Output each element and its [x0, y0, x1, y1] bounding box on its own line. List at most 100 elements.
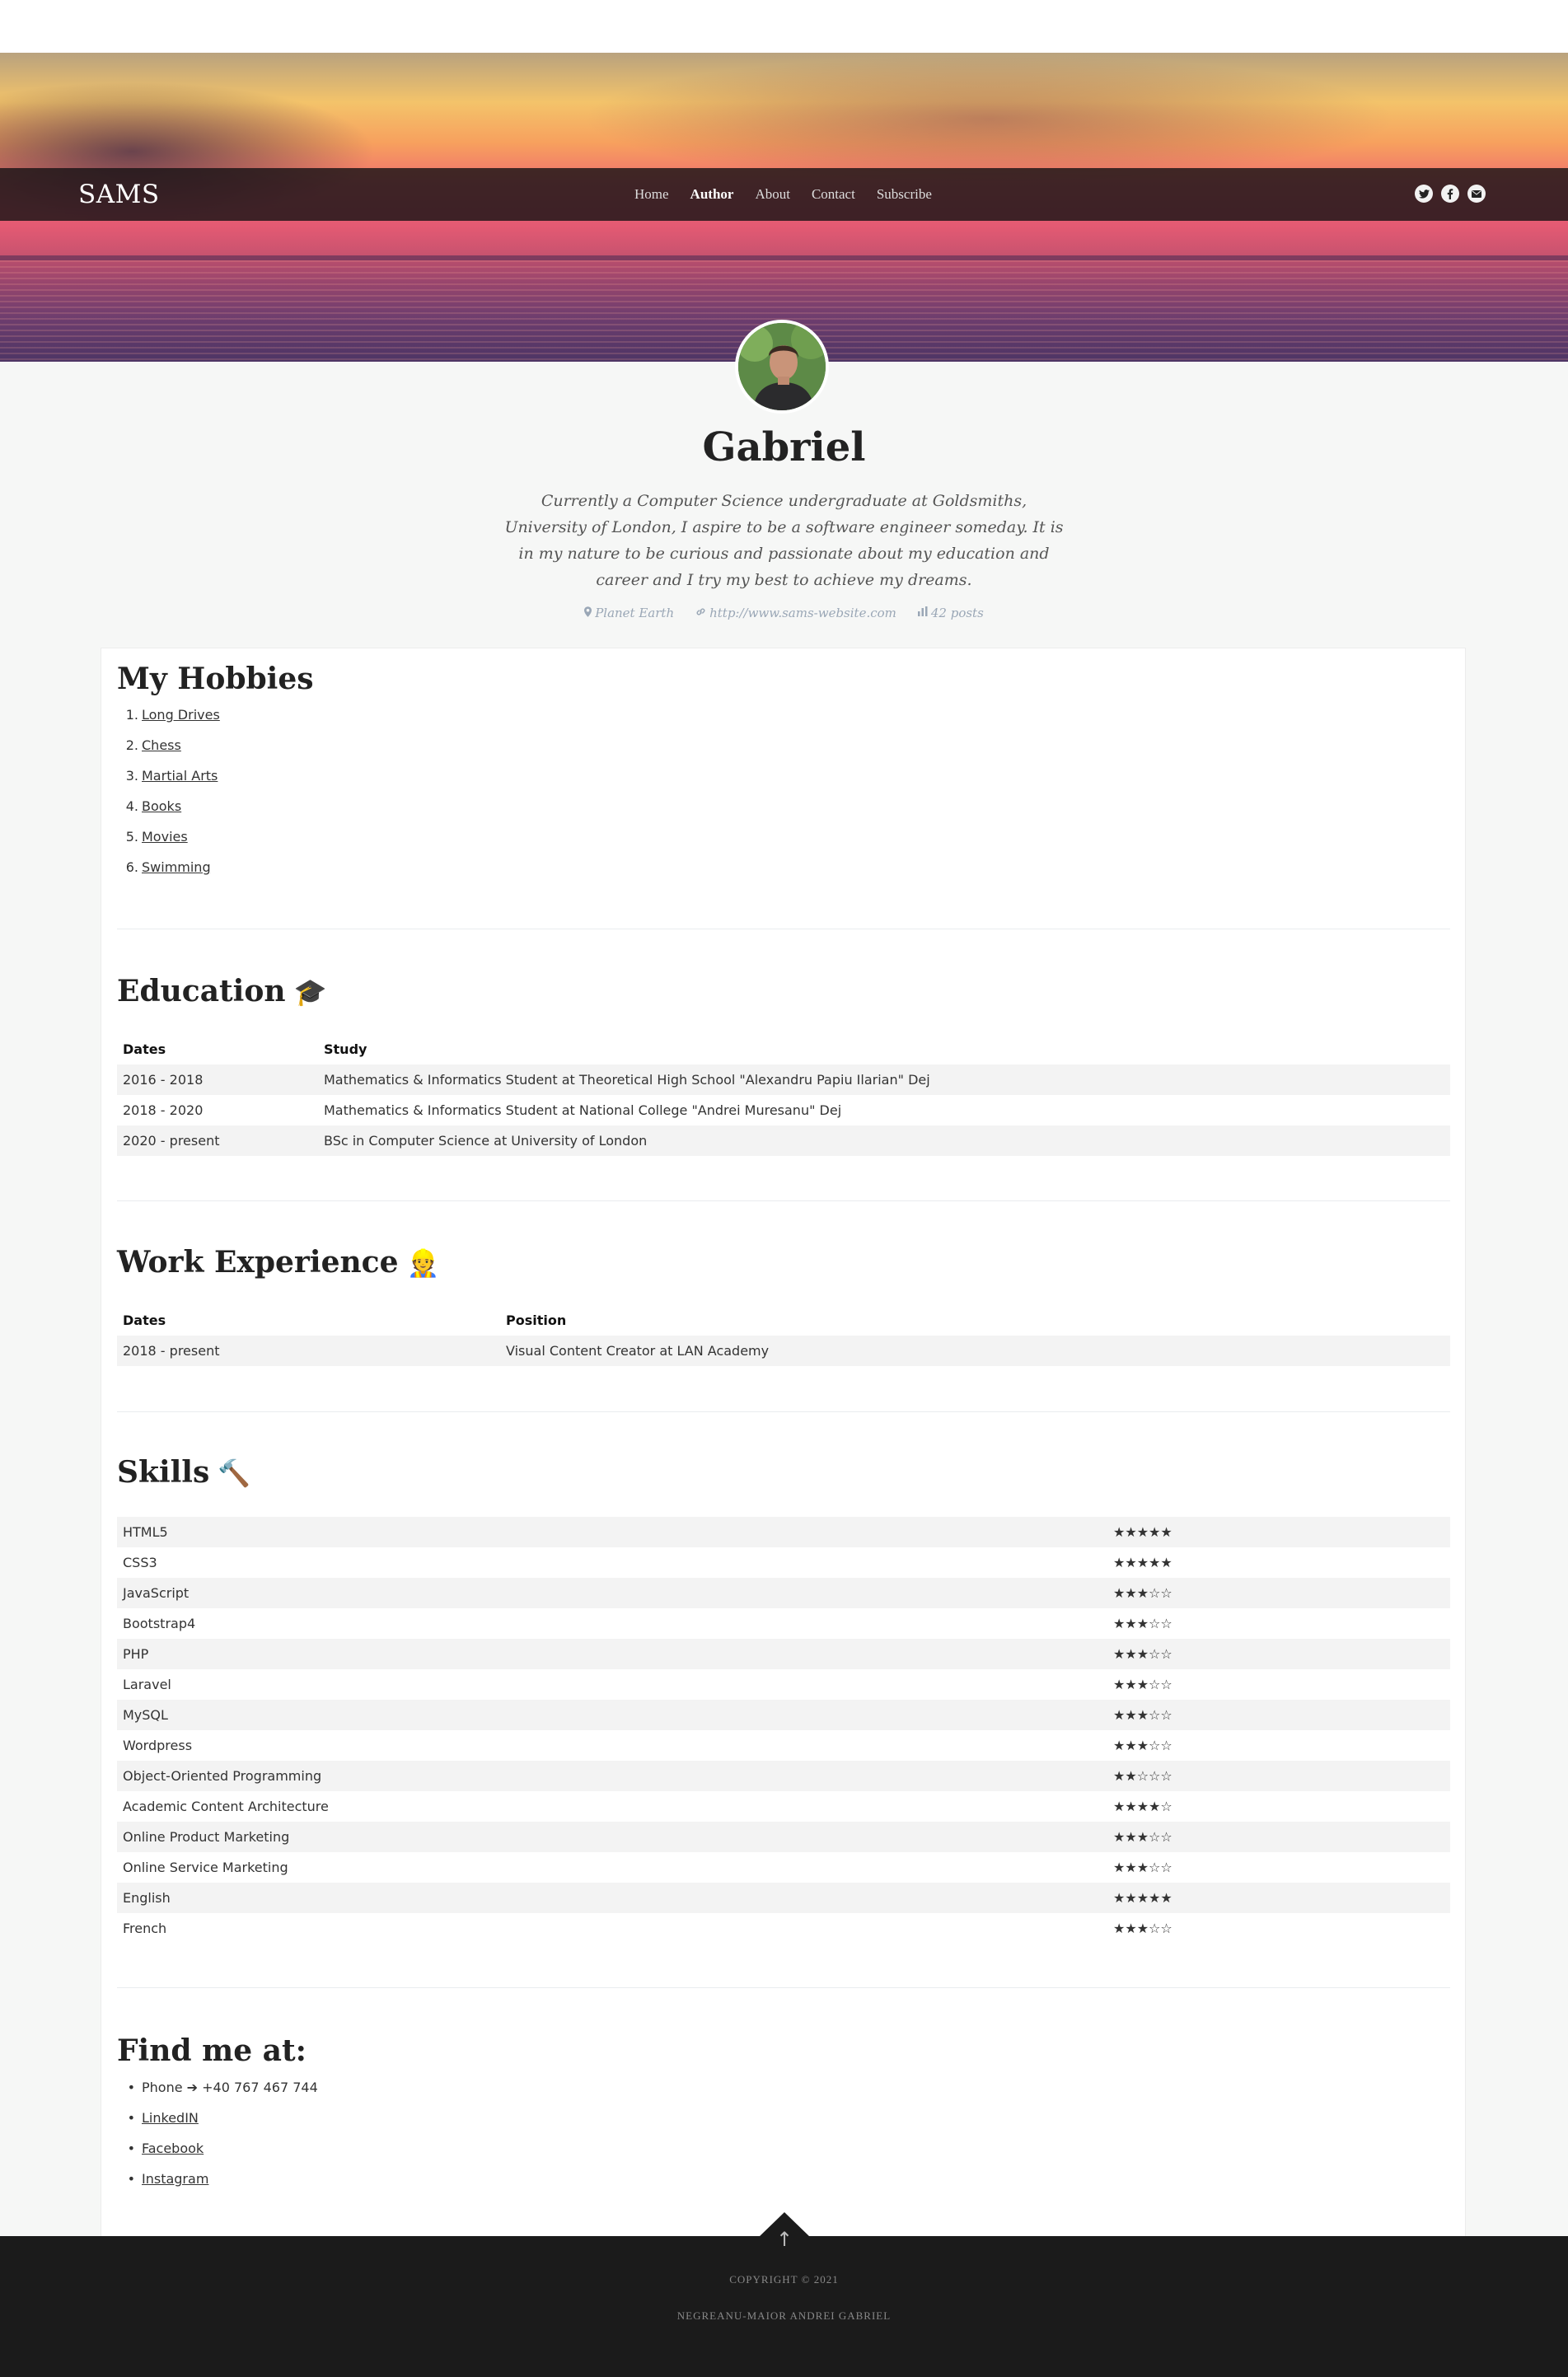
hobby-link[interactable]: Long Drives — [142, 707, 220, 737]
website-link[interactable]: http://www.sams-website.com — [709, 606, 896, 620]
contact-list: • Phone ➔ +40 767 467 744 • LinkedIN • Face… — [117, 2080, 318, 2202]
nav-about[interactable]: About — [755, 186, 790, 203]
table-row: PHP ★★★☆☆ — [117, 1639, 1450, 1669]
arrow-up-icon[interactable]: ↑ — [773, 2230, 796, 2249]
hobbies-list: 1. Long Drives 2. Chess 3. Martial Arts 4. B… — [117, 707, 220, 890]
skill-name: Academic Content Architecture — [123, 1799, 329, 1814]
table-row: Online Product Marketing ★★★☆☆ — [117, 1822, 1450, 1852]
footer — [0, 2236, 1568, 2377]
content-card — [101, 648, 1466, 2238]
table-header: Position — [506, 1312, 567, 1328]
email-icon[interactable] — [1467, 185, 1486, 203]
table-row: JavaScript ★★★☆☆ — [117, 1578, 1450, 1608]
skill-rating: ★★★★☆ — [1113, 1799, 1172, 1814]
nav-links: Home Author About Contact Subscribe — [634, 186, 953, 203]
skill-name: Object-Oriented Programming — [117, 1761, 1107, 1791]
work-table: Dates Position 2018 - present Visual Con… — [117, 1305, 1450, 1366]
hobby-link[interactable]: Books — [142, 798, 181, 829]
location-meta: Planet Earth — [584, 606, 674, 620]
graduation-cap-icon: 🎓 — [293, 976, 327, 1008]
hobby-link[interactable]: Chess — [142, 737, 181, 768]
skill-name: CSS3 — [123, 1555, 157, 1570]
website-meta[interactable]: http://www.sams-website.com — [695, 606, 896, 620]
nav-home[interactable]: Home — [634, 186, 669, 203]
footer-author: NEGREANU-MAIOR ANDREI GABRIEL — [676, 2309, 892, 2322]
skill-name: HTML5 — [117, 1517, 1107, 1547]
hobby-link[interactable]: Swimming — [142, 859, 211, 890]
social-links — [1415, 185, 1486, 203]
table-cell: 2018 - present — [117, 1336, 500, 1366]
education-title: Education 🎓 — [117, 974, 326, 1008]
skill-name: PHP — [117, 1639, 1107, 1669]
posts-meta: 42 posts — [917, 606, 984, 620]
skill-rating: ★★★★★ — [1107, 1517, 1450, 1547]
list-item: 5. Movies — [117, 829, 220, 859]
hammer-icon: 🔨 — [218, 1458, 251, 1489]
table-cell: Mathematics & Informatics Student at The… — [318, 1065, 1450, 1095]
brand-logo[interactable]: SAMS — [78, 180, 160, 209]
section-divider — [117, 1987, 1450, 1988]
find-title: Find me at: — [117, 2033, 307, 2068]
list-item: • Phone ➔ +40 767 467 744 — [127, 2080, 318, 2095]
work-title-text: Work Experience — [117, 1245, 399, 1280]
skill-rating: ★★★☆☆ — [1113, 1738, 1172, 1753]
table-row: 2016 - 2018 Mathematics & Informatics St… — [117, 1065, 1450, 1095]
skill-name: MySQL — [117, 1700, 1107, 1730]
table-row: CSS3 ★★★★★ — [117, 1547, 1450, 1578]
skill-name: Laravel — [123, 1677, 171, 1692]
facebook-icon[interactable] — [1441, 185, 1459, 203]
table-row: English ★★★★★ — [117, 1883, 1450, 1913]
skills-table: HTML5 ★★★★★ CSS3 ★★★★★ JavaScript ★★★☆☆ Boo… — [117, 1517, 1450, 1944]
skill-rating: ★★★☆☆ — [1107, 1578, 1450, 1608]
location-text: Planet Earth — [595, 606, 675, 620]
phone-text: Phone ➔ +40 767 467 744 — [142, 2080, 318, 2095]
hobbies-title: My Hobbies — [117, 662, 314, 696]
table-cell: BSc in Computer Science at University of… — [318, 1125, 1450, 1156]
skill-rating: ★★★★★ — [1113, 1555, 1172, 1570]
author-name: Gabriel — [702, 424, 866, 470]
skill-rating: ★★☆☆☆ — [1107, 1761, 1450, 1791]
table-cell: 2020 - present — [117, 1125, 318, 1156]
link-icon — [695, 606, 706, 620]
navbar: SAMS Home Author About Contact Subscribe — [0, 168, 1568, 221]
twitter-icon[interactable] — [1415, 185, 1433, 203]
table-header: Dates — [123, 1041, 166, 1057]
work-title: Work Experience 👷 — [117, 1245, 439, 1280]
nav-author[interactable]: Author — [690, 186, 734, 203]
hobby-link[interactable]: Movies — [142, 829, 188, 859]
list-item: 1. Long Drives — [117, 707, 220, 737]
table-row: Academic Content Architecture ★★★★☆ — [117, 1791, 1450, 1822]
instagram-link[interactable]: Instagram — [142, 2171, 208, 2187]
skill-name: English — [117, 1883, 1107, 1913]
skill-rating: ★★★☆☆ — [1113, 1921, 1172, 1936]
find-title-text: Find me at: — [117, 2033, 307, 2068]
education-table: Dates Study 2016 - 2018 Mathematics & In… — [117, 1034, 1450, 1156]
facebook-link[interactable]: Facebook — [142, 2141, 204, 2156]
table-row: 2020 - present BSc in Computer Science a… — [117, 1125, 1450, 1156]
nav-contact[interactable]: Contact — [812, 186, 855, 203]
list-item: 2. Chess — [117, 737, 220, 768]
skill-rating: ★★★☆☆ — [1113, 1677, 1172, 1692]
avatar — [735, 320, 829, 414]
list-item: 4. Books — [117, 798, 220, 829]
table-cell: 2016 - 2018 — [117, 1065, 318, 1095]
skill-rating: ★★★★★ — [1107, 1883, 1450, 1913]
author-bio: Currently a Computer Science undergradua… — [504, 492, 1064, 589]
skill-rating: ★★★☆☆ — [1113, 1860, 1172, 1875]
nav-subscribe[interactable]: Subscribe — [877, 186, 932, 203]
table-row: HTML5 ★★★★★ — [117, 1517, 1450, 1547]
hobby-link[interactable]: Martial Arts — [142, 768, 218, 798]
author-meta: Planet Earth http://www.sams-website.com… — [0, 606, 1568, 620]
list-item: • Instagram — [127, 2171, 209, 2187]
table-row: Wordpress ★★★☆☆ — [117, 1730, 1450, 1761]
construction-worker-icon: 👷 — [406, 1247, 440, 1279]
list-item: • LinkedIN — [127, 2110, 199, 2126]
linkedin-link[interactable]: LinkedIN — [142, 2110, 199, 2126]
list-item: • Facebook — [127, 2141, 204, 2156]
table-row: French ★★★☆☆ — [117, 1913, 1450, 1944]
table-cell: Visual Content Creator at LAN Academy — [500, 1336, 1450, 1366]
table-cell: Mathematics & Informatics Student at Nat… — [324, 1102, 842, 1118]
bar-chart-icon — [917, 606, 928, 620]
skill-name: French — [123, 1921, 167, 1936]
table-header: Dates — [123, 1312, 166, 1328]
